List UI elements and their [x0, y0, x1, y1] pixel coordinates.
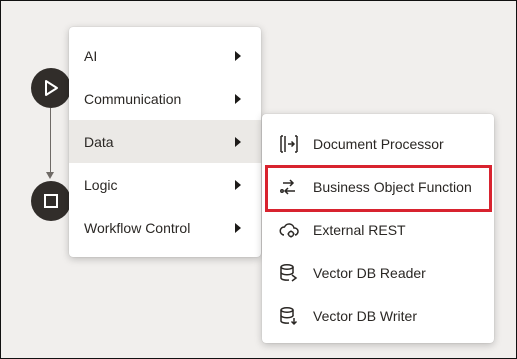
play-icon	[45, 80, 58, 96]
submenu-item-external-rest[interactable]: External REST	[262, 208, 494, 251]
menu-item-logic[interactable]: Logic	[69, 163, 261, 206]
stop-icon	[44, 194, 58, 208]
menu-item-label: Communication	[84, 90, 182, 107]
menu-item-label: Workflow Control	[84, 219, 191, 236]
menu-item-ai[interactable]: AI	[69, 34, 261, 77]
submenu-caret-icon	[235, 179, 241, 190]
submenu-item-label: Vector DB Reader	[313, 264, 426, 281]
menu-item-label: AI	[84, 47, 98, 64]
submenu-item-vector-db-reader[interactable]: Vector DB Reader	[262, 251, 494, 294]
menu-item-data[interactable]: Data	[69, 120, 261, 163]
submenu-caret-icon	[235, 136, 241, 147]
start-node[interactable]	[31, 68, 71, 108]
workflow-canvas: AI Communication Data Logic Workflow Con…	[0, 0, 517, 359]
submenu-item-label: External REST	[313, 221, 406, 238]
submenu-item-document-processor[interactable]: Document Processor	[262, 122, 494, 165]
flow-connector	[50, 108, 51, 174]
menu-item-label: Data	[84, 133, 114, 150]
vector-db-reader-icon	[278, 262, 300, 284]
submenu-item-label: Document Processor	[313, 135, 444, 152]
menu-item-communication[interactable]: Communication	[69, 77, 261, 120]
submenu-caret-icon	[235, 222, 241, 233]
submenu-caret-icon	[235, 50, 241, 61]
menu-item-workflow-control[interactable]: Workflow Control	[69, 206, 261, 249]
submenu-item-label: Vector DB Writer	[313, 307, 417, 324]
vector-db-writer-icon	[278, 305, 300, 327]
menu-item-label: Logic	[84, 176, 118, 193]
add-node-menu: AI Communication Data Logic Workflow Con…	[69, 27, 261, 257]
highlight-annotation-box	[265, 165, 492, 212]
data-submenu: Document Processor Business Object Funct…	[262, 114, 494, 343]
external-rest-icon	[278, 219, 300, 241]
end-node[interactable]	[31, 181, 71, 221]
document-processor-icon	[278, 133, 300, 155]
submenu-item-vector-db-writer[interactable]: Vector DB Writer	[262, 294, 494, 337]
submenu-caret-icon	[235, 93, 241, 104]
connector-arrowhead	[46, 172, 54, 179]
